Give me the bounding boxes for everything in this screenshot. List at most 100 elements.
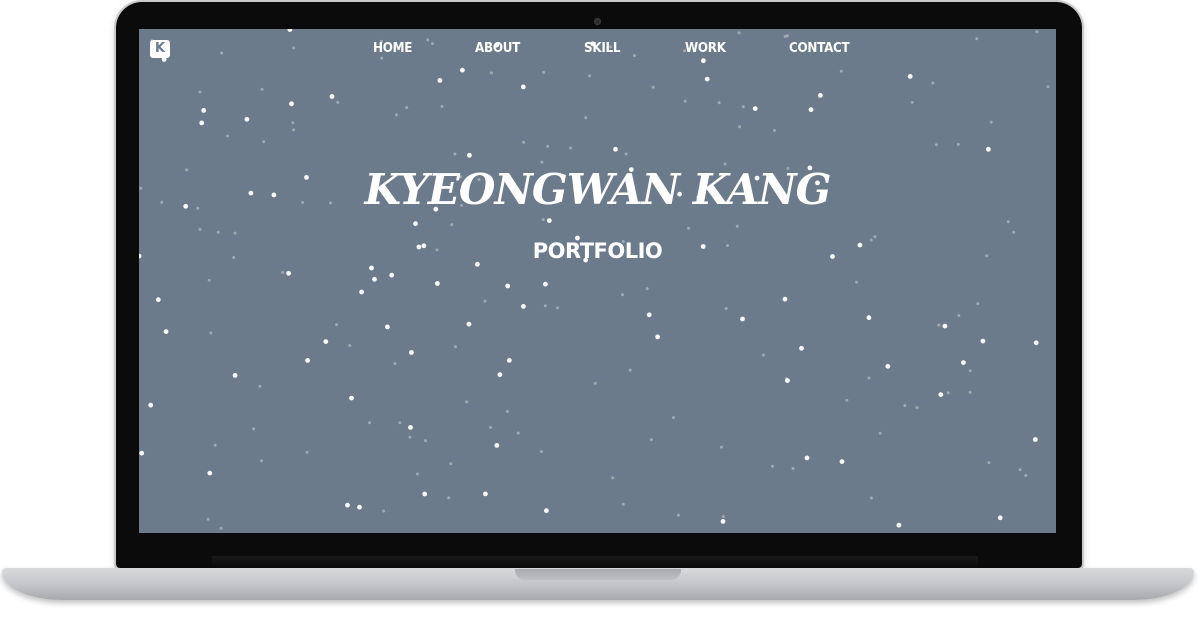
snow-dot bbox=[687, 226, 690, 230]
snow-dot bbox=[437, 78, 443, 83]
snow-dot bbox=[201, 108, 207, 113]
snow-dot bbox=[395, 113, 398, 117]
snow-dot bbox=[885, 363, 891, 369]
snow-dot bbox=[961, 360, 966, 365]
snow-dot bbox=[380, 56, 384, 60]
snow-dot bbox=[260, 87, 264, 91]
snow-dot bbox=[163, 329, 169, 334]
snow-dot bbox=[968, 369, 972, 373]
snow-dot bbox=[409, 350, 414, 355]
snow-dot bbox=[292, 46, 296, 50]
snow-dot bbox=[139, 450, 145, 456]
snow-dot bbox=[450, 223, 454, 227]
snow-dot bbox=[808, 107, 814, 113]
snow-dot bbox=[1012, 230, 1016, 234]
snow-dot bbox=[447, 496, 451, 500]
snow-dot bbox=[1046, 85, 1050, 89]
snow-dot bbox=[752, 106, 758, 111]
snow-dot bbox=[931, 81, 935, 85]
website-screen: K HOME ABOUT SKILL WORK CONTACT KYEONGWA… bbox=[139, 29, 1056, 533]
hero-title: KYEONGWAN KANG bbox=[364, 165, 832, 214]
snow-dot bbox=[336, 100, 340, 104]
snow-dot bbox=[220, 51, 224, 55]
snow-dot bbox=[873, 235, 877, 239]
snow-dot bbox=[683, 99, 687, 103]
snow-dot bbox=[385, 324, 390, 330]
snow-dot bbox=[506, 358, 512, 363]
nav-skill[interactable]: SKILL bbox=[584, 41, 620, 56]
snow-dot bbox=[244, 116, 250, 122]
snow-dot bbox=[986, 146, 991, 152]
snow-dot bbox=[1018, 468, 1022, 472]
snow-dot bbox=[1024, 474, 1028, 477]
snow-dot bbox=[855, 280, 858, 284]
snow-dot bbox=[1032, 437, 1038, 442]
snow-dot bbox=[987, 461, 991, 465]
snow-dot bbox=[262, 140, 266, 144]
snow-dot bbox=[975, 37, 979, 41]
snow-dot bbox=[305, 450, 309, 454]
snow-dot bbox=[323, 339, 329, 344]
snow-dot bbox=[771, 464, 774, 468]
snow-dot bbox=[783, 34, 787, 38]
snow-dot bbox=[260, 459, 263, 463]
snow-dot bbox=[907, 74, 913, 79]
snow-dot bbox=[671, 416, 675, 420]
snow-dot bbox=[369, 265, 374, 271]
snow-dot bbox=[799, 345, 804, 351]
laptop-mockup: K HOME ABOUT SKILL WORK CONTACT KYEONGWA… bbox=[0, 0, 1200, 620]
snow-dot bbox=[413, 221, 418, 227]
snow-dot bbox=[359, 289, 364, 295]
nav-about[interactable]: ABOUT bbox=[475, 41, 520, 56]
nav-work[interactable]: WORK bbox=[685, 41, 726, 56]
snow-dot bbox=[997, 515, 1003, 521]
site-logo[interactable]: K bbox=[150, 40, 170, 58]
snow-dot bbox=[721, 515, 725, 519]
snow-dot bbox=[738, 125, 741, 129]
snow-dot bbox=[719, 445, 723, 449]
snow-dot bbox=[226, 134, 230, 138]
snow-dot bbox=[398, 421, 402, 425]
snow-dot bbox=[408, 425, 413, 430]
snow-dot bbox=[737, 31, 741, 35]
nav-contact[interactable]: CONTACT bbox=[789, 41, 850, 56]
snow-dot bbox=[382, 509, 386, 513]
snow-dot bbox=[292, 128, 296, 132]
snow-dot bbox=[543, 281, 548, 287]
snow-dot bbox=[232, 373, 238, 378]
nav-home[interactable]: HOME bbox=[373, 41, 412, 56]
snow-dot bbox=[784, 377, 788, 380]
snow-dot bbox=[393, 362, 397, 366]
hero-subtitle: PORTFOLIO bbox=[532, 239, 663, 263]
snow-dot bbox=[569, 146, 573, 150]
snow-dot bbox=[213, 443, 217, 447]
snow-dot bbox=[522, 140, 526, 144]
snow-dot bbox=[408, 435, 412, 439]
snow-dot bbox=[349, 395, 354, 401]
snow-dot bbox=[426, 38, 430, 42]
snow-dot bbox=[198, 227, 202, 231]
snow-dot bbox=[199, 120, 205, 126]
snow-dot bbox=[497, 372, 503, 378]
snow-dot bbox=[541, 218, 545, 222]
snow-dot bbox=[645, 287, 649, 291]
snow-dot bbox=[357, 504, 362, 510]
snow-dot bbox=[915, 406, 919, 409]
snow-dot bbox=[593, 381, 597, 385]
snow-dot bbox=[440, 104, 444, 108]
snow-dot bbox=[934, 143, 938, 147]
snow-dot bbox=[628, 368, 632, 372]
snow-dot bbox=[613, 146, 618, 152]
snow-dot bbox=[910, 100, 914, 104]
snow-dot bbox=[649, 438, 653, 442]
snow-dot bbox=[233, 231, 237, 235]
snow-dot bbox=[460, 67, 465, 73]
snow-dot bbox=[305, 358, 310, 363]
snow-dot bbox=[867, 376, 871, 380]
snow-dot bbox=[521, 304, 526, 309]
snow-dot bbox=[207, 470, 213, 476]
snow-dot bbox=[539, 450, 543, 454]
snow-dot bbox=[646, 312, 652, 318]
snow-dot bbox=[430, 42, 434, 46]
snow-dot bbox=[976, 302, 980, 306]
